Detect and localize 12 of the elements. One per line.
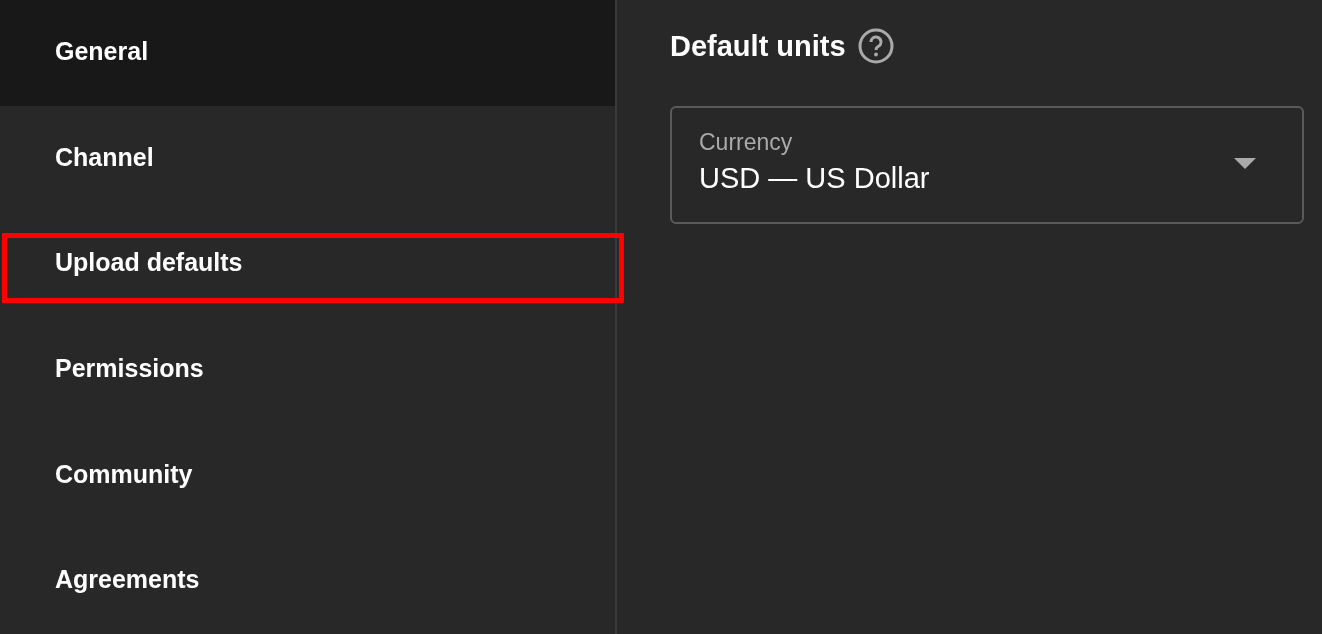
section-title: Default units: [670, 29, 846, 63]
sidebar-item[interactable]: Channel: [0, 105, 615, 212]
sidebar-item[interactable]: Upload defaults: [0, 211, 615, 317]
sidebar-item[interactable]: General: [0, 0, 615, 106]
sidebar-item[interactable]: Permissions: [0, 316, 615, 423]
help-icon[interactable]: [857, 28, 894, 64]
currency-dropdown[interactable]: Currency USD — US Dollar: [670, 106, 1304, 224]
sidebar-item[interactable]: Community: [0, 422, 615, 528]
field-label: Currency: [699, 129, 794, 156]
sidebar-item[interactable]: Agreements: [0, 527, 615, 634]
caret-icon: [1234, 157, 1256, 169]
field-value: USD — US Dollar: [699, 162, 930, 195]
